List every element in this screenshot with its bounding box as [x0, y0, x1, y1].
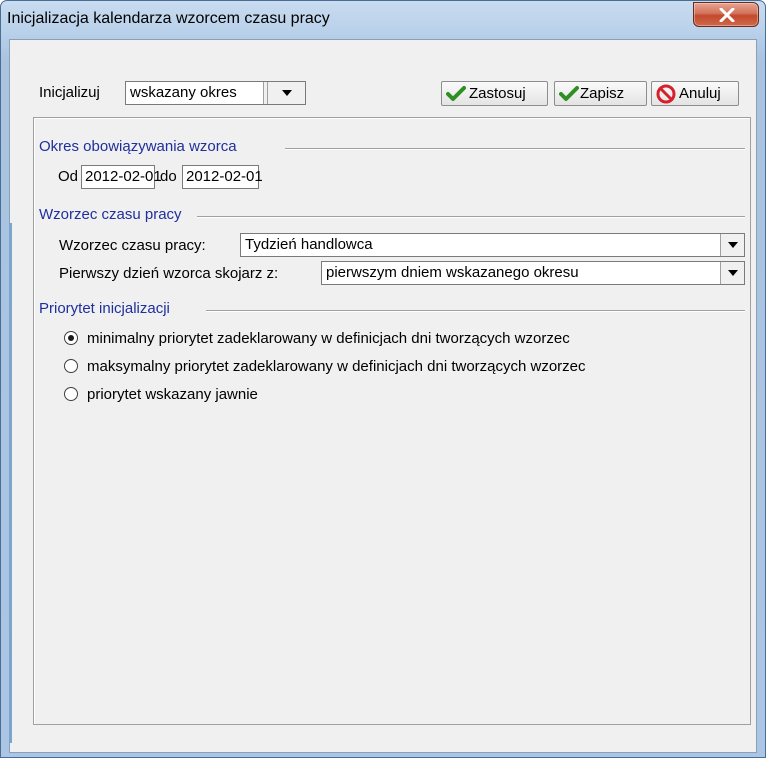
pattern-value: Tydzień handlowca	[245, 236, 373, 253]
priority-group-divider	[206, 310, 745, 312]
pattern-group-title: Wzorzec czasu pracy	[39, 206, 182, 223]
cancel-button[interactable]: Anuluj	[651, 81, 739, 106]
radio-button-checked[interactable]	[64, 331, 78, 345]
first-day-dropdown-button[interactable]	[720, 262, 744, 284]
pattern-dropdown-button[interactable]	[720, 234, 744, 256]
initialize-mode-value: wskazany okres	[130, 84, 237, 101]
save-button-label: Zapisz	[580, 85, 625, 102]
pattern-label: Wzorzec czasu pracy:	[59, 237, 206, 254]
from-date-value: 2012-02-01	[85, 168, 162, 185]
window-frame-accent	[9, 223, 12, 743]
first-day-label: Pierwszy dzień wzorca skojarz z:	[59, 265, 279, 282]
pattern-select[interactable]: Tydzień handlowca	[240, 233, 745, 257]
priority-option-explicit[interactable]: priorytet wskazany jawnie	[64, 385, 744, 405]
period-group-title: Okres obowiązywania wzorca	[39, 138, 237, 155]
initialize-mode-dropdown-area[interactable]	[267, 82, 305, 104]
apply-button-label: Zastosuj	[469, 85, 526, 102]
priority-option-label: minimalny priorytet zadeklarowany w defi…	[87, 330, 570, 347]
dropdown-arrow-icon	[728, 270, 738, 276]
priority-option-minimum[interactable]: minimalny priorytet zadeklarowany w defi…	[64, 329, 744, 349]
initialize-label: Inicjalizuj	[39, 84, 100, 101]
period-group-divider	[285, 148, 745, 150]
to-label: do	[160, 168, 177, 185]
dropdown-arrow-icon	[282, 90, 292, 96]
cancel-button-label: Anuluj	[679, 85, 721, 102]
close-button[interactable]	[693, 2, 759, 27]
priority-option-label: priorytet wskazany jawnie	[87, 386, 258, 403]
title-bar[interactable]: Inicjalizacja kalendarza wzorcem czasu p…	[1, 1, 765, 39]
to-date-value: 2012-02-01	[186, 168, 263, 185]
window-title: Inicjalizacja kalendarza wzorcem czasu p…	[7, 10, 330, 27]
no-entry-icon	[656, 84, 676, 104]
from-date-field[interactable]: 2012-02-01	[81, 165, 162, 189]
dialog-window: Inicjalizacja kalendarza wzorcem czasu p…	[0, 0, 766, 758]
priority-option-label: maksymalny priorytet zadeklarowany w def…	[87, 358, 586, 375]
to-date-field[interactable]: 2012-02-01	[182, 165, 263, 189]
radio-button[interactable]	[64, 387, 78, 401]
close-icon	[719, 8, 735, 22]
check-icon	[446, 86, 466, 101]
radio-dot	[68, 335, 74, 341]
first-day-select[interactable]: pierwszym dniem wskazanego okresu	[321, 261, 745, 285]
priority-group-title: Priorytet inicjalizacji	[39, 300, 170, 317]
save-button[interactable]: Zapisz	[554, 81, 647, 106]
from-label: Od	[58, 168, 79, 185]
radio-button[interactable]	[64, 359, 78, 373]
first-day-value: pierwszym dniem wskazanego okresu	[326, 264, 579, 281]
check-icon	[559, 86, 579, 101]
pattern-group-divider	[197, 216, 745, 218]
dropdown-arrow-icon	[728, 242, 738, 248]
priority-option-maximum[interactable]: maksymalny priorytet zadeklarowany w def…	[64, 357, 744, 377]
apply-button[interactable]: Zastosuj	[441, 81, 548, 106]
